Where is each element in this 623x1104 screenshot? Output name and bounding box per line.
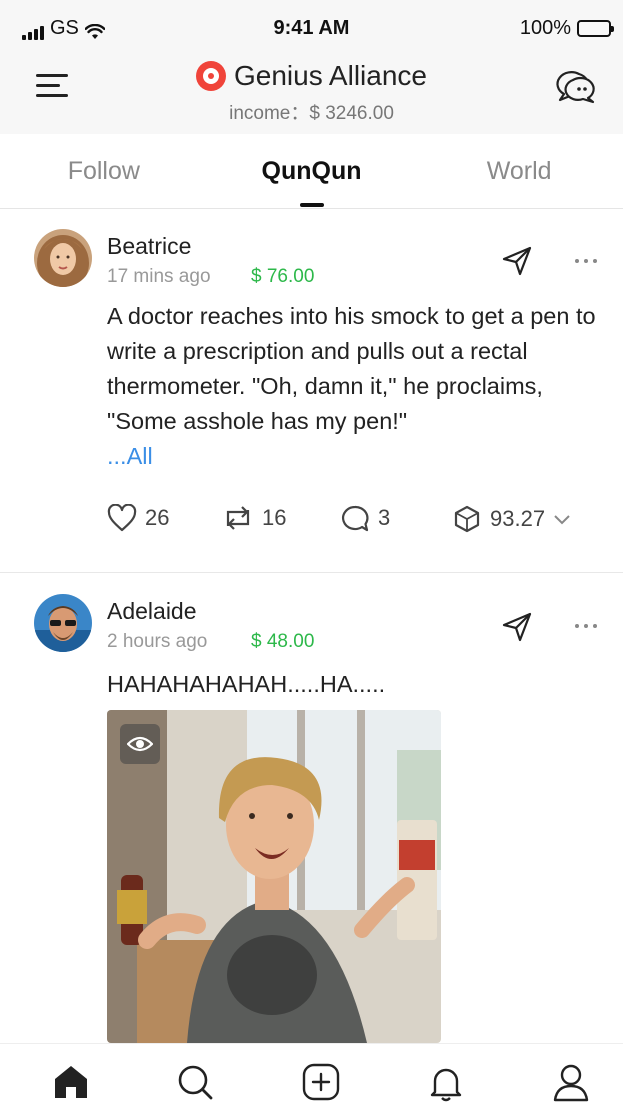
repost-button[interactable]: 16 [222, 504, 286, 532]
avatar[interactable] [34, 229, 92, 287]
post-author[interactable]: Adelaide [107, 598, 197, 625]
top-area: GS 9:41 AM 100% Genius Alliance income：$… [0, 0, 623, 134]
comment-count: 3 [378, 505, 391, 530]
post-body: A doctor reaches into his smock to get a… [107, 303, 596, 434]
add-post-icon[interactable] [301, 1062, 341, 1102]
home-icon[interactable] [51, 1062, 91, 1102]
value-dropdown[interactable]: 93.27 [452, 504, 571, 534]
post-reward: $ 48.00 [251, 631, 315, 652]
post-time: 17 mins ago [107, 266, 211, 287]
profile-icon[interactable] [551, 1062, 591, 1102]
tab-world[interactable]: World [415, 134, 623, 208]
status-bar: GS 9:41 AM 100% [0, 0, 623, 52]
bell-icon[interactable] [426, 1062, 466, 1102]
like-count: 26 [145, 505, 170, 530]
like-button[interactable]: 26 [107, 504, 169, 532]
feed-tabs: Follow QunQun World [0, 134, 623, 209]
battery-icon [577, 20, 614, 37]
send-icon[interactable] [500, 244, 534, 278]
battery-percent: 100% [519, 17, 571, 39]
heart-icon [107, 504, 137, 532]
app-header: Genius Alliance income：$ 3246.00 [0, 52, 623, 134]
eye-icon[interactable] [120, 724, 160, 764]
post-card: Beatrice 17 mins ago $ 76.00 A doctor re… [0, 209, 623, 573]
post-actions: 26 16 3 93.27 [0, 504, 623, 544]
more-options-icon[interactable] [575, 621, 605, 631]
chat-bubbles-icon[interactable] [555, 70, 597, 104]
avatar[interactable] [34, 594, 92, 652]
more-options-icon[interactable] [575, 256, 605, 266]
post-text: A doctor reaches into his smock to get a… [107, 299, 597, 474]
post-author[interactable]: Beatrice [107, 233, 191, 260]
repost-icon [226, 506, 250, 530]
tab-follow[interactable]: Follow [0, 134, 208, 208]
post-reward: $ 76.00 [251, 266, 315, 287]
battery-info: 100% [519, 17, 614, 40]
repost-count: 16 [262, 505, 287, 530]
post-image[interactable] [107, 710, 441, 1043]
post-text: HAHAHAHAHAH.....HA..... [107, 671, 386, 697]
comment-button[interactable]: 3 [340, 504, 390, 532]
app-logo-icon [195, 61, 226, 91]
value-amount: 93.27 [490, 506, 546, 531]
cube-icon [454, 505, 480, 533]
send-icon[interactable] [500, 610, 534, 644]
app-title: Genius Alliance [233, 60, 427, 91]
title-row: Genius Alliance [0, 60, 623, 92]
chevron-down-icon [554, 515, 570, 525]
search-icon[interactable] [175, 1062, 215, 1102]
post-time: 2 hours ago [107, 631, 208, 652]
tab-qunqun[interactable]: QunQun [208, 134, 416, 208]
comment-icon [342, 505, 369, 532]
income-label: income：$ 3246.00 [229, 103, 394, 124]
post-card: Adelaide 2 hours ago $ 48.00 HAHAHAHAHAH… [0, 573, 623, 1043]
expand-all-link[interactable]: ...All [107, 443, 153, 469]
bottom-tab-bar [0, 1043, 623, 1104]
